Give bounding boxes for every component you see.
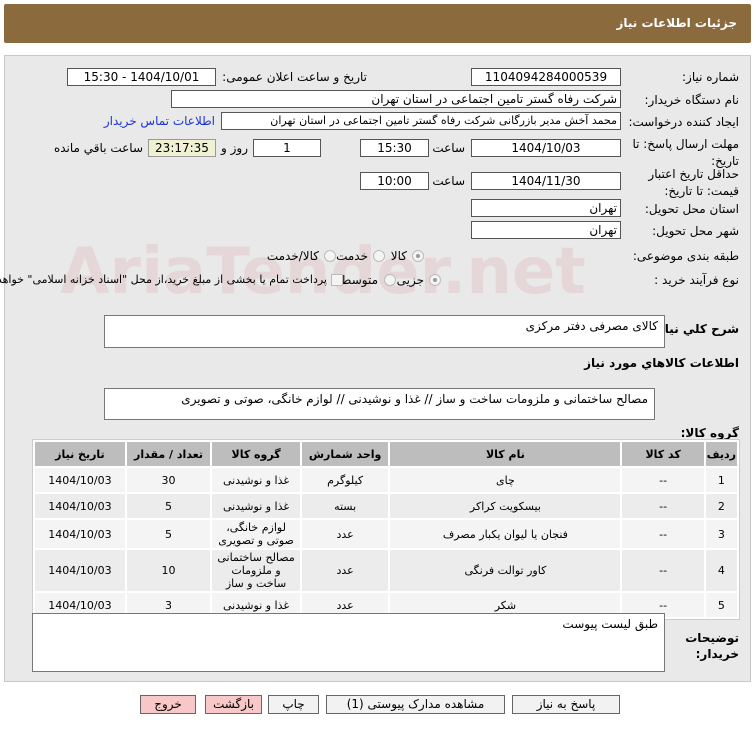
creator-field: محمد آخش مدیر بازرگانی شرکت رفاه گستر تا… <box>221 112 621 130</box>
deadline-time-field: 15:30 <box>360 139 429 157</box>
city-field: تهران <box>471 221 621 239</box>
validity-time-field: 10:00 <box>360 172 429 190</box>
description-label: شرح كلي نياز: <box>653 322 739 336</box>
table-cell: 1404/10/03 <box>35 494 125 518</box>
print-button[interactable]: چاپ <box>268 695 319 714</box>
category-service-label: خدمت <box>336 249 368 263</box>
payment-note: پرداخت تمام یا بخشی از مبلغ خرید،از محل … <box>0 273 327 286</box>
column-header: واحد شمارش <box>301 442 389 466</box>
goods-group-label: گروه کالا: <box>680 426 739 440</box>
table-cell: 3 <box>705 520 737 548</box>
column-header: تعداد / مقدار <box>126 442 211 466</box>
table-cell: عدد <box>301 550 389 591</box>
description-field: کالای مصرفی دفتر مرکزی <box>104 315 665 348</box>
purchase-type-label: نوع فرآیند خرید : <box>654 273 739 287</box>
table-cell: -- <box>622 468 704 492</box>
deadline-label: مهلت ارسال پاسخ: تا تاریخ: <box>632 137 739 168</box>
notes-field: طبق لیست پیوست <box>32 613 665 672</box>
column-header: ردیف <box>705 442 737 466</box>
days-label: روز و <box>221 141 248 155</box>
table-cell: 1 <box>705 468 737 492</box>
table-cell: کیلوگرم <box>301 468 389 492</box>
need-number-label: شماره نیاز: <box>682 70 739 84</box>
table-cell: 1404/10/03 <box>35 550 125 591</box>
back-button[interactable]: بازگشت <box>205 695 262 714</box>
table-cell: کاور توالت فرنگی <box>390 550 621 591</box>
category-goods-label: کالا <box>390 249 407 263</box>
validity-date-field: 1404/11/30 <box>471 172 621 190</box>
purchase-medium-radio[interactable] <box>384 274 396 286</box>
city-label: شهر محل تحویل: <box>652 224 739 238</box>
table-cell: 5 <box>126 494 211 518</box>
category-goods-service-label: کالا/خدمت <box>266 249 319 263</box>
table-cell: عدد <box>301 520 389 548</box>
table-cell: مصالح ساختمانی و ملزومات ساخت و ساز <box>212 550 300 591</box>
table-cell: -- <box>622 520 704 548</box>
view-attachments-button[interactable]: مشاهده مدارک پیوستی (1) <box>326 695 505 714</box>
table-cell: بیسکویت کراکر <box>390 494 621 518</box>
category-goods-service-radio[interactable] <box>324 250 336 262</box>
validity-time-label: ساعت <box>432 174 465 188</box>
table-cell: 2 <box>705 494 737 518</box>
table-cell: 4 <box>705 550 737 591</box>
watermark-logo: AriaTender.net <box>60 235 586 309</box>
table-cell: غذا و نوشیدنی <box>212 494 300 518</box>
need-number-field: 1104094284000539 <box>471 68 621 86</box>
goods-table: ردیف کد کالا نام کالا واحد شمارش گروه کالا تع… <box>32 439 740 620</box>
table-header-row: ردیف کد کالا نام کالا واحد شمارش گروه کالا تع… <box>35 442 737 466</box>
page-header: جزئیات اطلاعات نیاز <box>4 4 751 43</box>
table-row: 3 -- فنجان یا لیوان یکبار مصرف عدد لوازم خان… <box>35 520 737 548</box>
column-header: کد کالا <box>622 442 704 466</box>
column-header: نام کالا <box>390 442 621 466</box>
table-cell: غذا و نوشیدنی <box>212 468 300 492</box>
remaining-time-field: 23:17:35 <box>148 139 216 157</box>
column-header: گروه کالا <box>212 442 300 466</box>
deadline-time-label: ساعت <box>432 141 465 155</box>
table-cell: 30 <box>126 468 211 492</box>
province-field: تهران <box>471 199 621 217</box>
deadline-date-field: 1404/10/03 <box>471 139 621 157</box>
buyer-label: نام دستگاه خریدار: <box>644 93 740 107</box>
table-cell: -- <box>622 494 704 518</box>
remaining-label: ساعت باقي مانده <box>53 141 143 155</box>
table-cell: بسته <box>301 494 389 518</box>
exit-button[interactable]: خروج <box>140 695 196 714</box>
announce-field: 1404/10/01 - 15:30 <box>67 68 216 86</box>
table-cell: -- <box>622 550 704 591</box>
announce-label: تاریخ و ساعت اعلان عمومی: <box>222 70 367 84</box>
treasury-payment-checkbox[interactable] <box>331 274 343 286</box>
buyer-field: شرکت رفاه گستر تامین اجتماعی در استان ته… <box>171 90 621 108</box>
validity-label: حداقل تاریخ اعتبار قیمت: تا تاریخ: <box>648 167 739 198</box>
table-cell: 10 <box>126 550 211 591</box>
page-title: جزئیات اطلاعات نیاز <box>616 16 737 30</box>
reply-button[interactable]: پاسخ به نیاز <box>512 695 620 714</box>
goods-group-field: مصالح ساختمانی و ملزومات ساخت و ساز // غ… <box>104 388 655 420</box>
table-cell: 5 <box>705 593 737 617</box>
table-cell: لوازم خانگی، صوتی و تصویری <box>212 520 300 548</box>
goods-section-title: اطلاعات كالاهاي مورد نياز <box>584 356 739 370</box>
category-service-radio[interactable] <box>373 250 385 262</box>
table-row: 1 -- چای کیلوگرم غذا و نوشیدنی 30 1404/10/03 <box>35 468 737 492</box>
category-label: طبقه بندی موضوعی: <box>632 249 739 263</box>
table-row: 4 -- کاور توالت فرنگی عدد مصالح ساختمانی و م… <box>35 550 737 591</box>
table-cell: 1404/10/03 <box>35 520 125 548</box>
table-cell: فنجان یا لیوان یکبار مصرف <box>390 520 621 548</box>
column-header: تاریخ نیاز <box>35 442 125 466</box>
table-cell: چای <box>390 468 621 492</box>
province-label: استان محل تحویل: <box>644 202 739 216</box>
creator-label: ایجاد کننده درخواست: <box>628 115 739 129</box>
purchase-medium-label: متوسط <box>340 273 378 287</box>
purchase-minor-radio[interactable] <box>429 274 441 286</box>
table-row: 2 -- بیسکویت کراکر بسته غذا و نوشیدنی 5 1404/1… <box>35 494 737 518</box>
notes-label: توضیحات خریدار: <box>685 631 739 661</box>
contact-buyer-link[interactable]: اطلاعات تماس خریدار <box>104 114 215 128</box>
days-field: 1 <box>253 139 321 157</box>
table-cell: 5 <box>126 520 211 548</box>
purchase-minor-label: جزیی <box>396 273 424 287</box>
category-goods-radio[interactable] <box>412 250 424 262</box>
table-cell: 1404/10/03 <box>35 468 125 492</box>
